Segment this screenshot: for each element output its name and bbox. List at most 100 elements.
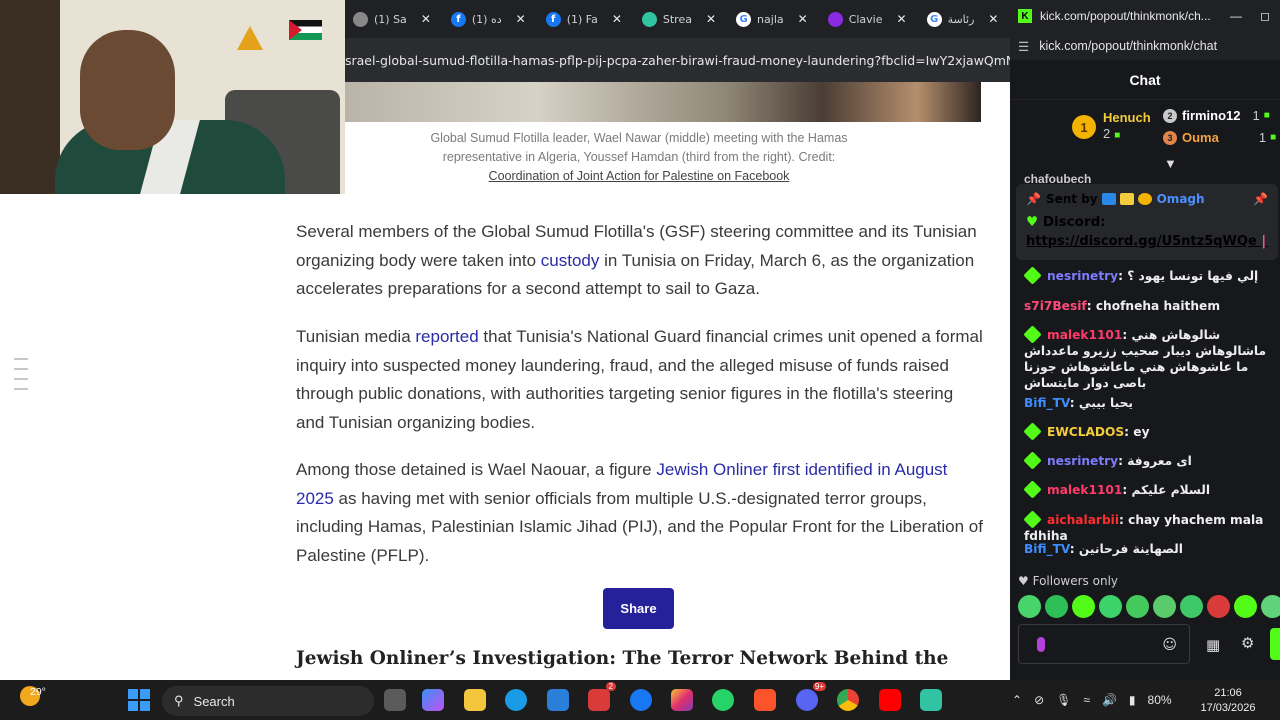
browser-tab[interactable]: Strea ✕ xyxy=(634,4,724,34)
chat-input[interactable]: ☺ xyxy=(1018,624,1190,664)
browser-tab[interactable]: (1) Sa ✕ xyxy=(345,4,439,34)
chat-separator: : xyxy=(1118,269,1128,283)
chat-text: السلام عليكم xyxy=(1131,483,1211,497)
close-tab-icon[interactable]: ✕ xyxy=(798,12,808,26)
rank-2-icon: 2 xyxy=(1163,108,1177,123)
close-tab-icon[interactable]: ✕ xyxy=(516,12,526,26)
close-tab-icon[interactable]: ✕ xyxy=(612,12,622,26)
chat-username[interactable]: nesrinetry xyxy=(1047,454,1118,468)
chat-text: ey xyxy=(1133,425,1150,439)
emote-icon[interactable] xyxy=(1099,595,1122,618)
emote-icon[interactable] xyxy=(1045,595,1068,618)
mail-app-icon[interactable]: 2 xyxy=(588,682,616,711)
emote-icon[interactable] xyxy=(1180,595,1203,618)
crown-badge-icon xyxy=(1119,193,1134,205)
chat-username[interactable]: Bifi_TV xyxy=(1024,396,1070,410)
microphone-icon[interactable] xyxy=(1037,637,1045,652)
custody-link[interactable]: custody xyxy=(541,251,600,270)
microphone-tray-icon[interactable]: 🎙 xyxy=(1056,693,1071,707)
chat-username[interactable]: malek1101 xyxy=(1047,328,1122,342)
wifi-icon[interactable]: ≈ xyxy=(1083,693,1090,707)
edge-icon[interactable] xyxy=(505,689,527,711)
browser-tab-label: (1) Sa xyxy=(374,12,407,26)
emote-icon[interactable] xyxy=(1207,595,1230,618)
browser-tab-label: رئاسة xyxy=(947,12,975,26)
close-tab-icon[interactable]: ✕ xyxy=(897,12,907,26)
chat-username[interactable]: nesrinetry xyxy=(1047,269,1118,283)
chat-username[interactable]: aichalarbii xyxy=(1047,513,1119,527)
browser-tab[interactable]: Gnajla ✕ xyxy=(728,4,816,34)
chevron-up-icon[interactable]: ⌃ xyxy=(1012,693,1022,707)
caption-text: Global Sumud Flotilla leader, Wael Nawar… xyxy=(430,131,848,164)
volume-icon[interactable]: 🔊 xyxy=(1102,693,1117,707)
send-button[interactable] xyxy=(1270,628,1280,660)
weather-widget[interactable]: 29° xyxy=(20,686,46,706)
pinned-user[interactable]: Omagh xyxy=(1157,192,1205,206)
site-settings-icon[interactable]: ☰ xyxy=(1018,39,1029,54)
chat-message: nesrinetry: اى معروفة xyxy=(1023,451,1276,470)
emote-icon[interactable] xyxy=(1261,595,1280,618)
youtube-icon[interactable] xyxy=(879,689,901,711)
close-tab-icon[interactable]: ✕ xyxy=(421,12,431,26)
address-bar[interactable]: srael-global-sumud-flotilla-hamas-pflp-p… xyxy=(345,38,1010,82)
emote-icon[interactable] xyxy=(1234,595,1257,618)
reported-link[interactable]: reported xyxy=(415,327,478,346)
brave-icon[interactable] xyxy=(754,689,776,711)
palestine-flag-icon xyxy=(289,20,322,40)
copilot-icon[interactable] xyxy=(422,689,444,711)
leaderboard-third[interactable]: 3 Ouma 1 ■ xyxy=(1163,130,1276,145)
emote-icon[interactable] xyxy=(1153,595,1176,618)
task-view-icon[interactable] xyxy=(384,689,406,711)
chat-username[interactable]: s7i7Besif xyxy=(1024,299,1087,313)
pinned-trailing-text: | ❤ ... xyxy=(1261,234,1268,249)
maximize-icon[interactable]: ◻ xyxy=(1260,9,1270,23)
whatsapp-icon[interactable] xyxy=(712,689,734,711)
chat-username[interactable]: malek1101 xyxy=(1047,483,1122,497)
emote-icon[interactable] xyxy=(1072,595,1095,618)
leaderboard-count: 2 xyxy=(1103,126,1111,141)
unpin-icon[interactable]: 📌 xyxy=(1253,192,1268,206)
leaderboard-name: firmino12 xyxy=(1182,108,1241,123)
taskbar-search[interactable]: ⚲ Search xyxy=(162,686,374,716)
kick-url-bar[interactable]: ☰ kick.com/popout/thinkmonk/chat xyxy=(1010,32,1280,60)
discord-link[interactable]: https://discord.gg/U5ntz5qWQe xyxy=(1026,234,1257,249)
chrome-icon[interactable] xyxy=(837,689,859,711)
clock[interactable]: 21:06 17/03/2026 xyxy=(1200,686,1256,716)
share-button[interactable]: Share xyxy=(603,588,674,629)
close-tab-icon[interactable]: ✕ xyxy=(706,12,716,26)
expand-leaderboard-icon[interactable]: ▼ xyxy=(1164,156,1177,171)
close-tab-icon[interactable]: ✕ xyxy=(988,12,998,26)
emoji-picker-icon[interactable]: ☺ xyxy=(1162,637,1177,653)
address-bar-url: srael-global-sumud-flotilla-hamas-pflp-p… xyxy=(345,52,1010,68)
emote-icon[interactable] xyxy=(1126,595,1149,618)
chat-separator: : xyxy=(1122,328,1132,342)
store-icon[interactable]: ▦ xyxy=(1206,636,1220,654)
emote-icon[interactable] xyxy=(1018,595,1041,618)
start-button[interactable] xyxy=(128,689,150,711)
battery-icon[interactable]: ▮ xyxy=(1129,693,1136,707)
chat-username[interactable]: Bifi_TV xyxy=(1024,542,1070,556)
leaderboard-first[interactable]: 1 Henuch 2 ■ xyxy=(1072,110,1151,144)
chat-title: Chat xyxy=(1129,71,1161,88)
browser-tab[interactable]: f ده (1) ✕ xyxy=(443,4,534,34)
leaderboard-count: 1 xyxy=(1252,108,1260,123)
caption-credit-link[interactable]: Coordination of Joint Action for Palesti… xyxy=(489,169,790,183)
streamlabs-app-icon[interactable] xyxy=(920,689,942,711)
instagram-icon[interactable] xyxy=(671,689,693,711)
discord-app-icon[interactable]: 9+ xyxy=(796,682,826,711)
leaderboard-second[interactable]: 2 firmino12 1 ■ xyxy=(1163,108,1270,123)
section-heading: Jewish Onliner’s Investigation: The Terr… xyxy=(296,648,949,669)
toc-line xyxy=(14,378,28,380)
browser-tab[interactable]: Clavie ✕ xyxy=(820,4,915,34)
minimize-icon[interactable]: — xyxy=(1230,9,1242,23)
gear-icon[interactable]: ⚙ xyxy=(1241,634,1254,652)
network-off-icon[interactable]: ⊘ xyxy=(1034,693,1044,707)
browser-tab[interactable]: f (1) Fa ✕ xyxy=(538,4,630,34)
chat-text: إلي فيها تونسا يهود ؟ xyxy=(1127,269,1259,283)
browser-tab[interactable]: G رئاسة ✕ xyxy=(919,4,1007,34)
chat-username[interactable]: EWCLADOS xyxy=(1047,425,1124,439)
file-explorer-icon[interactable] xyxy=(464,689,486,711)
facebook-app-icon[interactable] xyxy=(630,689,652,711)
table-of-contents-toggle[interactable] xyxy=(14,358,28,398)
store-app-icon[interactable] xyxy=(547,689,569,711)
